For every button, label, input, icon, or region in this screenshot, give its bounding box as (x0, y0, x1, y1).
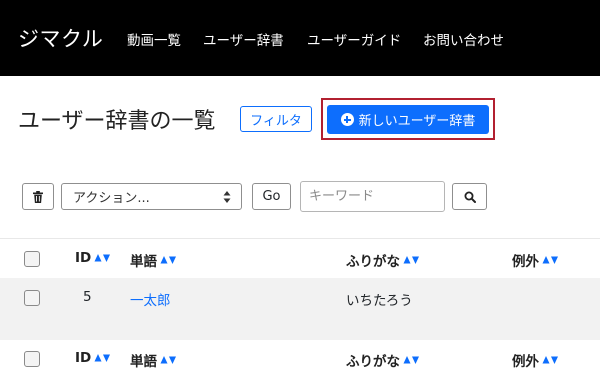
sort-arrows-icon[interactable] (94, 353, 111, 363)
table-header-row: ID 単語 ふりがな 例外 (0, 238, 600, 278)
page-title: ユーザー辞書の一覧 (18, 109, 216, 134)
footer-header-exception[interactable]: 例外 (512, 350, 559, 370)
sort-arrows-icon[interactable] (403, 255, 420, 265)
sort-arrows-icon[interactable] (160, 255, 177, 265)
add-button-label: 新しいユーザー辞書 (358, 114, 476, 129)
footer-label-exception: 例外 (512, 354, 539, 370)
row-checkbox[interactable] (24, 290, 40, 306)
add-user-dictionary-button[interactable]: 新しいユーザー辞書 (327, 105, 489, 134)
cell-id: 5 (83, 289, 92, 305)
column-header-word[interactable]: 単語 (130, 250, 177, 270)
nav-link-user-dictionary[interactable]: ユーザー辞書 (203, 29, 284, 49)
column-header-furigana[interactable]: ふりがな (346, 250, 420, 270)
filter-button[interactable]: フィルタ (240, 106, 312, 132)
brand-logo[interactable]: ジマクル (18, 23, 103, 53)
footer-header-id[interactable]: ID (75, 350, 111, 366)
nav-link-contact[interactable]: お問い合わせ (423, 29, 504, 49)
footer-header-word[interactable]: 単語 (130, 350, 177, 370)
search-button[interactable] (452, 183, 487, 210)
table-row: 5 一太郎 いちたろう (0, 278, 600, 340)
select-updown-icon (223, 191, 231, 203)
sort-arrows-icon[interactable] (160, 355, 177, 365)
footer-label-word: 単語 (130, 354, 157, 370)
search-icon (464, 191, 476, 203)
sort-arrows-icon[interactable] (542, 355, 559, 365)
column-label-exception: 例外 (512, 254, 539, 270)
action-select-value: アクション... (73, 191, 150, 206)
navbar: ジマクル 動画一覧 ユーザー辞書 ユーザーガイド お問い合わせ (0, 0, 600, 76)
column-label-word: 単語 (130, 254, 157, 270)
column-header-exception[interactable]: 例外 (512, 250, 559, 270)
keyword-search-input[interactable] (300, 181, 445, 212)
footer-header-furigana[interactable]: ふりがな (346, 350, 420, 370)
plus-circle-icon (340, 113, 354, 126)
footer-label-furigana: ふりがな (346, 354, 400, 370)
sort-arrows-icon[interactable] (403, 355, 420, 365)
table-footer-row: ID 単語 ふりがな 例外 (0, 340, 600, 386)
action-select[interactable]: アクション... (61, 183, 242, 210)
column-label-id: ID (75, 250, 92, 266)
delete-button[interactable] (22, 183, 54, 210)
select-all-checkbox[interactable] (24, 251, 40, 267)
sort-arrows-icon[interactable] (542, 255, 559, 265)
select-all-checkbox-footer[interactable] (24, 351, 40, 367)
cell-furigana: いちたろう (346, 293, 413, 309)
column-label-furigana: ふりがな (346, 254, 400, 270)
sort-arrows-icon[interactable] (94, 253, 111, 263)
cell-word-link[interactable]: 一太郎 (130, 289, 171, 309)
trash-icon (33, 190, 43, 203)
column-header-id[interactable]: ID (75, 250, 111, 266)
go-button[interactable]: Go (252, 183, 291, 210)
nav-link-videos[interactable]: 動画一覧 (127, 29, 181, 49)
nav-link-user-guide[interactable]: ユーザーガイド (307, 29, 401, 49)
footer-label-id: ID (75, 350, 92, 366)
